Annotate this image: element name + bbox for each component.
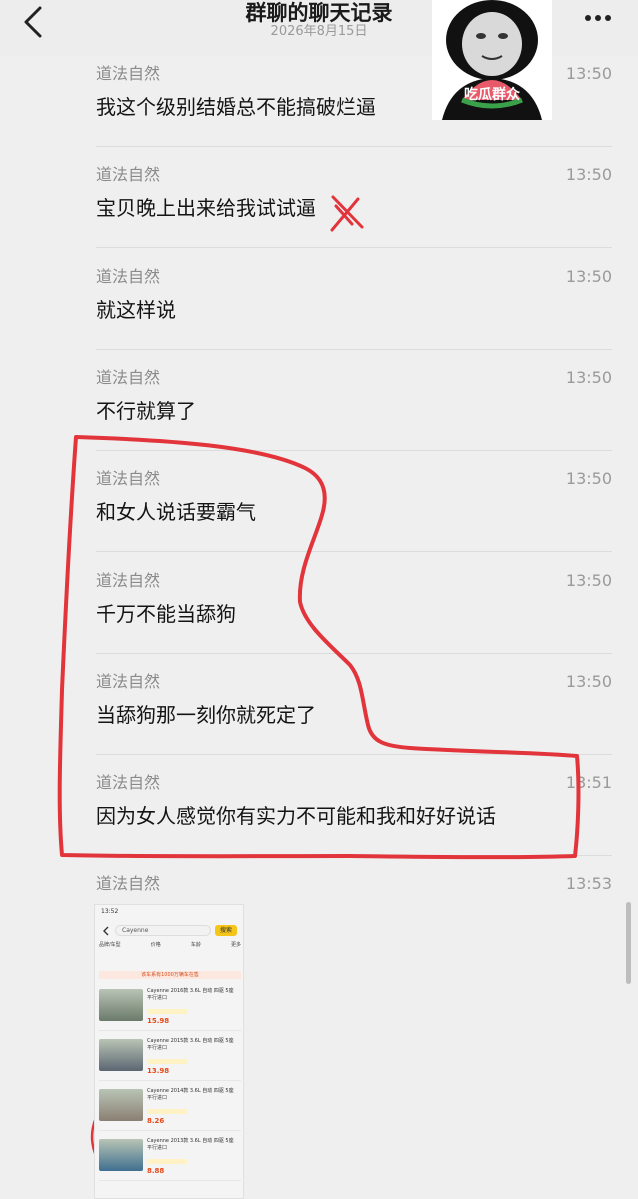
- listing-tag: [147, 1109, 187, 1114]
- shared-status-bar: 13:52: [101, 908, 118, 915]
- sender-name: 道法自然: [96, 165, 161, 184]
- message-time: 13:50: [565, 469, 612, 488]
- listing-price: 8.26: [147, 1117, 165, 1125]
- message-divider: [96, 754, 612, 755]
- message-text: 因为女人感觉你有实力不可能和我和好好说话: [96, 804, 496, 828]
- listing-item: Cayenne 2013款 3.6L 自动 四驱 5座 平行进口 8.88: [99, 1135, 241, 1181]
- message-row[interactable]: 道法自然 13:50 千万不能当舔狗: [0, 569, 638, 669]
- message-time: 13:50: [565, 368, 612, 387]
- message-divider: [96, 653, 612, 654]
- shared-search-button: 搜索: [215, 925, 237, 936]
- listing-item: Cayenne 2016款 3.6L 自动 四驱 5座 平行进口 15.98: [99, 985, 241, 1031]
- listing-price: 13.98: [147, 1067, 170, 1075]
- message-time: 13:50: [565, 267, 612, 286]
- shared-search-bar: Cayenne: [115, 925, 211, 936]
- shared-filter-1: 价格: [150, 942, 161, 948]
- message-text: 千万不能当舔狗: [96, 602, 236, 626]
- message-time: 13:53: [565, 874, 612, 893]
- listing-title: Cayenne 2015款 3.6L 自动 四驱 5座 平行进口: [147, 1038, 234, 1051]
- sender-name: 道法自然: [96, 368, 161, 387]
- listing-thumbnail: [99, 1139, 143, 1171]
- message-time: 13:50: [565, 165, 612, 184]
- sender-name: 道法自然: [96, 64, 161, 83]
- shared-search-button-label: 搜索: [219, 927, 232, 934]
- message-row[interactable]: 道法自然 13:51 因为女人感觉你有实力不可能和我和好好说话: [0, 771, 638, 871]
- shared-filter-row: 品牌/车型 价格 车龄 更多: [99, 941, 241, 951]
- message-text: 和女人说话要霸气: [96, 500, 256, 524]
- message-row[interactable]: 道法自然 13:50 就这样说: [0, 265, 638, 365]
- more-icon[interactable]: [580, 6, 616, 30]
- message-text: 不行就算了: [96, 399, 196, 423]
- message-row[interactable]: 道法自然 13:50 不行就算了: [0, 366, 638, 466]
- shared-status-time: 13:52: [101, 908, 119, 915]
- listing-thumbnail: [99, 1039, 143, 1071]
- sender-name: 道法自然: [96, 874, 161, 893]
- message-time: 13:51: [565, 773, 612, 792]
- listing-tag: [147, 1009, 187, 1014]
- message-time: 13:50: [565, 64, 612, 83]
- chat-history-screen: 群聊的聊天记录 2026年8月15日 道法自然 13:50 我这个级别结婚总不能搞破…: [0, 0, 638, 1199]
- shared-search-text: Cayenne: [122, 927, 149, 934]
- message-row[interactable]: 道法自然 13:50 当舔狗那一刻你就死定了: [0, 670, 638, 770]
- listing-title: Cayenne 2016款 3.6L 自动 四驱 5座 平行进口: [147, 988, 234, 1001]
- message-divider: [96, 855, 612, 856]
- shared-image[interactable]: 13:52 Cayenne 搜索 品牌/车型 价格 车龄 更多 该车系有1000…: [94, 904, 244, 1199]
- message-divider: [96, 551, 612, 552]
- message-time: 13:50: [565, 571, 612, 590]
- shared-filter-3: 更多: [230, 942, 241, 948]
- sender-name: 道法自然: [96, 773, 161, 792]
- listing-tag: [147, 1059, 187, 1064]
- message-text: 就这样说: [96, 298, 176, 322]
- shared-banner: 该车系有1000万辆车在售: [99, 971, 241, 979]
- listing-price: 15.98: [147, 1017, 170, 1025]
- listing-thumbnail: [99, 989, 143, 1021]
- sender-name: 道法自然: [96, 571, 161, 590]
- message-row[interactable]: 道法自然 13:50 宝贝晚上出来给我试试逼: [0, 163, 638, 263]
- listing-thumbnail: [99, 1089, 143, 1121]
- message-time: 13:50: [565, 672, 612, 691]
- sender-name: 道法自然: [96, 672, 161, 691]
- sender-name: 道法自然: [96, 469, 161, 488]
- message-divider: [96, 349, 612, 350]
- meme-caption: 吃瓜群众: [464, 87, 520, 103]
- listing-title: Cayenne 2013款 3.6L 自动 四驱 5座 平行进口: [147, 1138, 234, 1151]
- listing-tag: [147, 1159, 187, 1164]
- message-text: 宝贝晚上出来给我试试逼: [96, 196, 316, 220]
- shared-filter-0: 品牌/车型: [99, 942, 121, 948]
- shared-back-icon: [103, 926, 109, 936]
- listing-item: Cayenne 2015款 3.6L 自动 四驱 5座 平行进口 13.98: [99, 1035, 241, 1081]
- message-text: 我这个级别结婚总不能搞破烂逼: [96, 95, 376, 119]
- message-text: 当舔狗那一刻你就死定了: [96, 703, 316, 727]
- listing-item: Cayenne 2014款 3.6L 自动 四驱 5座 平行进口 8.26: [99, 1085, 241, 1131]
- listing-title: Cayenne 2014款 3.6L 自动 四驱 5座 平行进口: [147, 1088, 234, 1101]
- shared-banner-text: 该车系有1000万辆车在售: [141, 972, 199, 978]
- sender-name: 道法自然: [96, 267, 161, 286]
- message-divider: [96, 247, 612, 248]
- message-divider: [96, 146, 612, 147]
- meme-sticker: 吃瓜群众: [432, 0, 552, 120]
- shared-filter-2: 车龄: [190, 942, 201, 948]
- scrollbar[interactable]: [626, 902, 631, 984]
- listing-price: 8.88: [147, 1167, 165, 1175]
- message-row[interactable]: 道法自然 13:50 和女人说话要霸气: [0, 467, 638, 567]
- message-divider: [96, 450, 612, 451]
